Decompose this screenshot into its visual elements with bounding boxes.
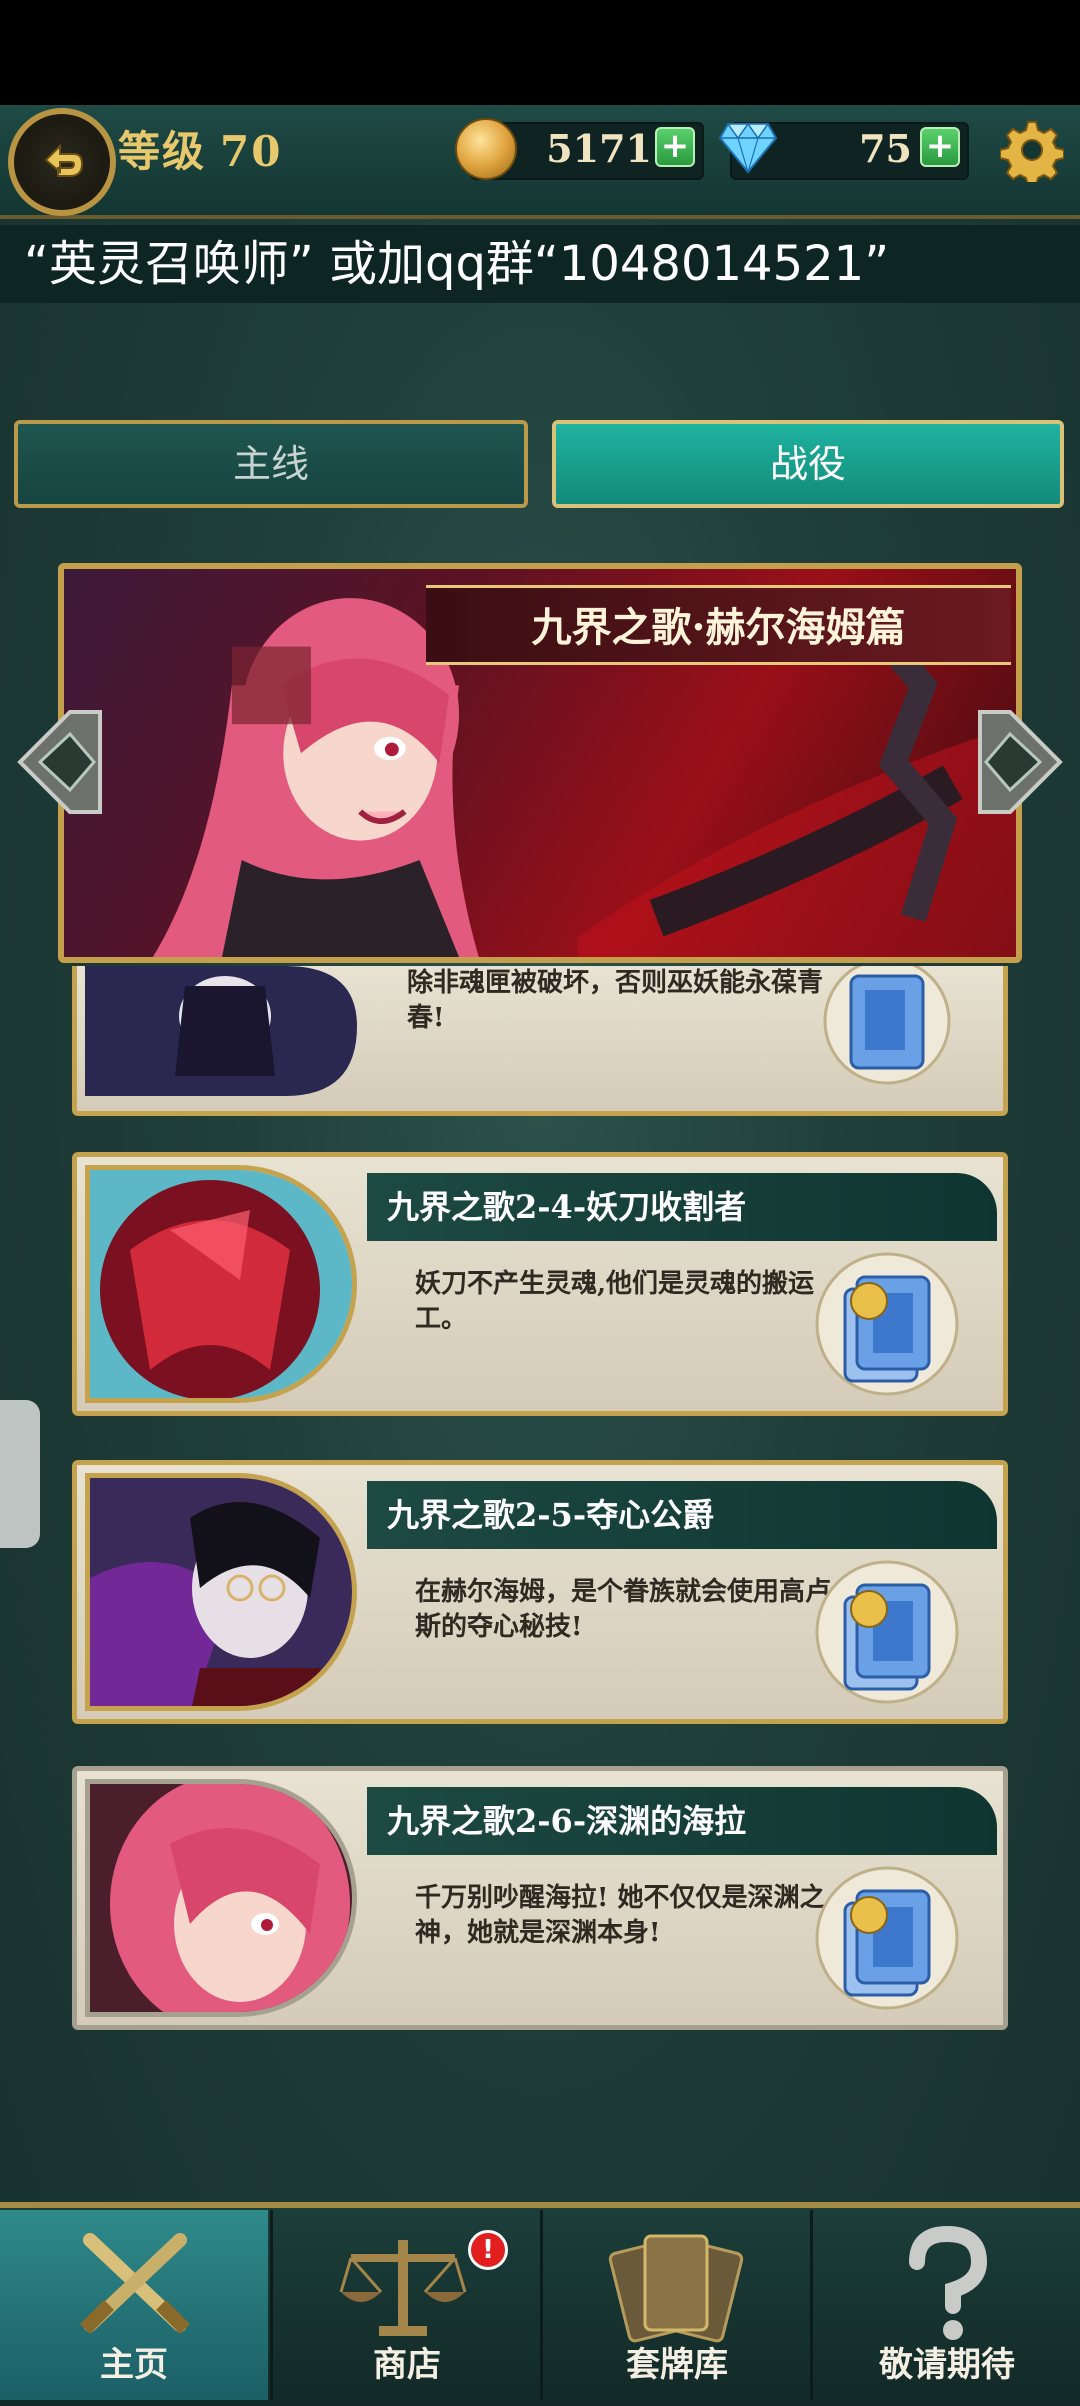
stage-title: 九界之歌2-5-夺心公爵 xyxy=(387,1496,715,1534)
notification-badge: ! xyxy=(468,2230,508,2270)
gem-amount: 75 xyxy=(859,126,912,171)
stage-description: 千万别吵醒海拉! 她不仅仅是深渊之神，她就是深渊本身! xyxy=(415,1883,826,1948)
stage-description: 在赫尔海姆，是个眷族就会使用高卢斯的夺心秘技! xyxy=(415,1577,832,1642)
back-button[interactable] xyxy=(8,108,116,216)
deck-icon xyxy=(815,1560,959,1704)
nav-coming-soon[interactable]: 敬请期待 xyxy=(813,2210,1080,2400)
stage-card[interactable]: 九界之歌2-6-深渊的海拉 千万别吵醒海拉! 她不仅仅是深渊之神，她就是深渊本身… xyxy=(72,1766,1008,2030)
stage-title: 九界之歌2-6-深渊的海拉 xyxy=(387,1802,747,1840)
scale-icon xyxy=(339,2240,467,2336)
level-label: 等级 xyxy=(118,127,207,176)
cards-icon xyxy=(608,2234,744,2343)
nav-label: 套牌库 xyxy=(626,2345,728,2385)
crossed-swords-icon xyxy=(80,2233,190,2334)
diamond-icon xyxy=(718,122,778,174)
add-coins-button[interactable]: + xyxy=(655,127,695,167)
stage-description: 妖刀不产生灵魂,他们是灵魂的搬运工。 xyxy=(415,1269,815,1334)
nav-deck-library[interactable]: 套牌库 xyxy=(543,2210,811,2400)
stage-portrait xyxy=(85,1165,357,1403)
add-gems-button[interactable]: + xyxy=(920,127,960,167)
arrow-right-icon[interactable] xyxy=(978,702,1070,822)
arrow-left-icon[interactable] xyxy=(10,702,102,822)
coin-amount: 5171 xyxy=(546,126,652,171)
nav-home[interactable]: 主页 xyxy=(0,2210,268,2400)
gear-icon[interactable] xyxy=(1000,118,1064,182)
player-level: 等级 70 xyxy=(118,118,282,179)
status-bar-area xyxy=(0,0,1080,105)
coin-icon xyxy=(455,118,517,180)
level-value: 70 xyxy=(220,127,283,176)
stage-card[interactable]: 九界之歌2-5-夺心公爵 在赫尔海姆，是个眷族就会使用高卢斯的夺心秘技! xyxy=(72,1460,1008,1724)
stage-portrait xyxy=(85,1473,357,1711)
nav-label: 商店 xyxy=(373,2345,441,2385)
deck-icon xyxy=(823,966,951,1085)
tab-main-story[interactable]: 主线 xyxy=(14,420,528,508)
side-drawer-handle[interactable] xyxy=(0,1400,40,1548)
deck-icon xyxy=(815,1252,959,1396)
stage-card[interactable]: 九界之歌2-4-妖刀收割者 妖刀不产生灵魂,他们是灵魂的搬运工。 xyxy=(72,1152,1008,1416)
nav-label: 敬请期待 xyxy=(879,2345,1015,2385)
stage-title: 九界之歌2-4-妖刀收割者 xyxy=(387,1188,747,1226)
stage-card-partial[interactable]: 除非魂匣被破坏，否则巫妖能永葆青春! xyxy=(72,966,1008,1116)
notice-text: “英灵召唤师” 或加qq群“1048014521” xyxy=(0,225,1080,303)
tab-campaign[interactable]: 战役 xyxy=(552,420,1064,508)
banner-title: 九界之歌·赫尔海姆篇 xyxy=(426,585,1011,665)
stage-portrait xyxy=(85,966,357,1096)
question-icon xyxy=(909,2226,988,2340)
deck-icon xyxy=(815,1866,959,2010)
stage-portrait xyxy=(85,1779,357,2017)
back-arrow-icon xyxy=(44,143,84,177)
stage-description: 除非魂匣被破坏，否则巫妖能永葆青春! xyxy=(407,968,824,1033)
nav-label: 主页 xyxy=(100,2345,168,2385)
